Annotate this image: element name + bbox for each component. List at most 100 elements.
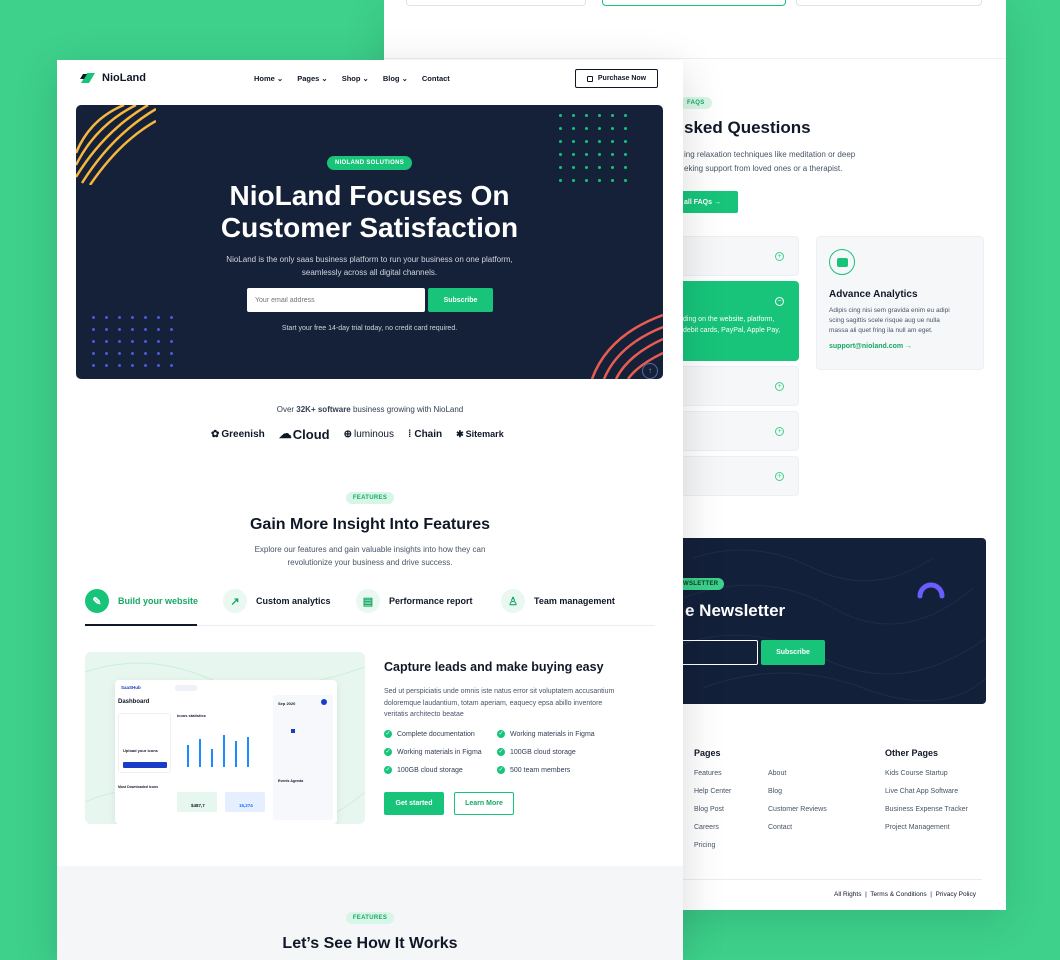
dot xyxy=(157,364,160,367)
checks-left: ✓ Complete documentation ✓ Working materia… xyxy=(384,725,482,779)
hero-section: ↑ NIOLAND SOLUTIONS NioLand Focuses On C… xyxy=(76,105,663,379)
nav-shop[interactable]: Shop ⌄ xyxy=(342,74,369,83)
hero-tag: NIOLAND SOLUTIONS xyxy=(326,156,413,170)
dot xyxy=(170,340,173,343)
mock-stats-card: Icons statistics xyxy=(177,713,269,773)
footer-link[interactable]: Project Management xyxy=(885,824,968,831)
checks-right: ✓ Working materials in Figma ✓ 100GB cloud… xyxy=(497,725,595,779)
footer-divider xyxy=(680,879,982,880)
nav-blog[interactable]: Blog ⌄ xyxy=(383,74,408,83)
dot xyxy=(92,364,95,367)
users-icon: ♙ xyxy=(501,589,525,613)
nav-contact[interactable]: Contact xyxy=(422,74,450,83)
all-faqs-button[interactable]: all FAQs → xyxy=(674,191,738,213)
chat-icon xyxy=(829,249,855,275)
legal-link[interactable]: Terms & Conditions xyxy=(870,891,926,898)
mock-bar-chart xyxy=(187,735,249,767)
trust-line: Over 32K+ software business growing with… xyxy=(276,405,464,414)
footer-link[interactable]: Blog Post xyxy=(694,806,731,813)
tab-team-management[interactable]: ♙ Team management xyxy=(501,589,615,613)
get-started-button[interactable]: Get started xyxy=(384,792,444,815)
dot xyxy=(624,114,627,117)
footer-link[interactable]: About xyxy=(768,770,827,777)
footer-link[interactable]: Customer Reviews xyxy=(768,806,827,813)
nav-pages[interactable]: Pages ⌄ xyxy=(297,74,327,83)
footer-link[interactable]: Contact xyxy=(768,824,827,831)
features-sub-1: Explore our features and gain valuable i… xyxy=(254,545,486,554)
tab-custom-analytics[interactable]: ↗ Custom analytics xyxy=(223,589,331,613)
newsletter-email-input[interactable] xyxy=(673,640,758,665)
footer-link[interactable]: Live Chat App Software xyxy=(885,788,968,795)
footer-other-title: Other Pages xyxy=(885,748,939,758)
footer-link[interactable]: Pricing xyxy=(694,842,731,849)
chain-icon: ⁞ xyxy=(408,428,412,440)
flower-icon: ✿ xyxy=(211,428,220,440)
mock-nav-item xyxy=(175,685,197,691)
dot xyxy=(105,352,108,355)
faq-desc-2: eking support from loved ones or a thera… xyxy=(684,164,843,173)
purchase-now-button[interactable]: Purchase Now xyxy=(575,69,658,88)
mock-brand: SaaSHub xyxy=(121,685,141,690)
check-item: ✓ 100GB cloud storage xyxy=(384,766,463,774)
newsletter-title: e Newsletter xyxy=(685,601,786,620)
dashboard-mockup: SaaSHub Dashboard Upload your icons Icon… xyxy=(85,652,365,824)
logo-chain: ⁞ Chain xyxy=(408,428,443,440)
dot xyxy=(131,352,134,355)
check-item: ✓ Working materials in Figma xyxy=(497,730,595,738)
check-icon: ✓ xyxy=(384,748,392,756)
mock-cal-today xyxy=(291,729,295,733)
footer-link[interactable]: Blog xyxy=(768,788,827,795)
dot xyxy=(131,340,134,343)
footer-link[interactable]: Features xyxy=(694,770,731,777)
cloud-icon: ☁ xyxy=(278,426,292,441)
footer-col-a: Features Help Center Blog Post Careers P… xyxy=(694,770,731,860)
check-item: ✓ Complete documentation xyxy=(384,730,475,738)
features-title: Gain More Insight Into Features xyxy=(249,516,491,533)
hero-title-2: Customer Satisfaction xyxy=(220,212,519,243)
plus-icon: + xyxy=(775,252,784,261)
nav-home[interactable]: Home ⌄ xyxy=(254,74,283,83)
footer-col-b: About Blog Customer Reviews Contact xyxy=(768,770,827,842)
dot xyxy=(157,340,160,343)
dot xyxy=(144,352,147,355)
dot xyxy=(559,114,562,117)
learn-more-button[interactable]: Learn More xyxy=(454,792,514,815)
footer-link[interactable]: Business Expense Tracker xyxy=(885,806,968,813)
how-title: Let’s See How It Works xyxy=(282,935,458,952)
legal-links: All Rights | Terms & Conditions | Privac… xyxy=(834,891,977,898)
dot xyxy=(118,316,121,319)
support-link[interactable]: support@nioland.com → xyxy=(829,343,971,350)
hero-subscribe-button[interactable]: Subscribe xyxy=(428,288,493,312)
dot xyxy=(572,140,575,143)
brand[interactable]: NioLand xyxy=(79,71,146,85)
features-tag: FEATURES xyxy=(345,492,395,504)
footer-link[interactable]: Careers xyxy=(694,824,731,831)
faq-desc-1: ing relaxation techniques like meditatio… xyxy=(684,150,856,159)
mock-upload-card: Upload your icons xyxy=(118,713,171,773)
check-item: ✓ Working materials in Figma xyxy=(384,748,482,756)
scroll-up-icon[interactable]: ↑ xyxy=(642,363,658,379)
dot xyxy=(118,364,121,367)
mock-cal-next xyxy=(321,699,327,705)
footer-link[interactable]: Kids Course Startup xyxy=(885,770,968,777)
newsletter-subscribe-button[interactable]: Subscribe xyxy=(761,640,825,665)
tab-build-website[interactable]: ✎ Build your website xyxy=(85,589,198,613)
tab-performance-report[interactable]: ▤ Performance report xyxy=(356,589,473,613)
footer-link[interactable]: Help Center xyxy=(694,788,731,795)
features-header: FEATURES Gain More Insight Into Features… xyxy=(57,486,683,567)
logo-sitemark: ✱ Sitemark xyxy=(456,428,504,440)
dot xyxy=(559,127,562,130)
dot xyxy=(157,352,160,355)
card-title: Advance Analytics xyxy=(829,289,918,300)
dot xyxy=(105,316,108,319)
dot xyxy=(131,364,134,367)
card-text-2: scing sagittis scele risque aug ue nulla xyxy=(829,317,940,324)
hero-sub-1: NioLand is the only saas business platfo… xyxy=(226,255,513,264)
card-text-1: Adipis cing nisi sem gravida enim eu adi… xyxy=(829,307,950,314)
top-field xyxy=(406,0,586,6)
nioland-logo-icon xyxy=(80,73,95,83)
legal-link[interactable]: Privacy Policy xyxy=(936,891,976,898)
hero-email-input[interactable] xyxy=(247,288,425,312)
mock-page-title: Dashboard xyxy=(118,699,150,705)
legal-link[interactable]: All Rights xyxy=(834,891,861,898)
